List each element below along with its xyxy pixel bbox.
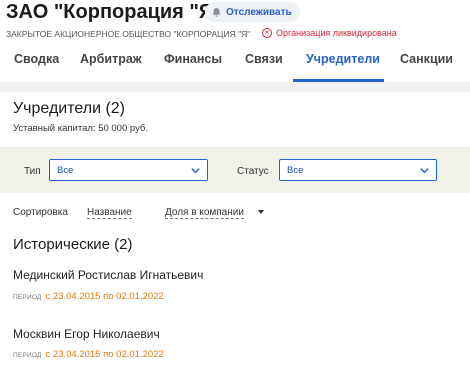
- status-badge: × Организация ликвидирована: [262, 28, 397, 38]
- status-filter-label: Статус: [237, 166, 269, 177]
- bell-icon: [212, 7, 221, 17]
- tab-connections[interactable]: Связи: [245, 52, 283, 66]
- follow-label: Отслеживать: [226, 6, 292, 18]
- type-filter-label: Тип: [24, 166, 41, 177]
- close-circle-icon: ×: [262, 28, 272, 38]
- founder-period: ПЕРИОД с 23.04.2015 по 02.01.2022: [13, 291, 164, 302]
- tab-bar: Сводка Арбитраж Финансы Связи Учредители…: [0, 46, 470, 82]
- authorized-capital: Уставный капитал: 50 000 руб.: [13, 123, 149, 134]
- filter-bar: Тип Все Статус Все: [0, 147, 470, 193]
- period-label: ПЕРИОД: [13, 294, 42, 301]
- status-badge-label: Организация ликвидирована: [276, 28, 397, 38]
- period-dates: с 23.04.2015 по 02.01.2022: [45, 291, 164, 302]
- founder-name[interactable]: Москвин Егор Николаевич: [13, 327, 160, 341]
- tab-finance[interactable]: Финансы: [164, 52, 222, 66]
- sort-by-name[interactable]: Название: [87, 207, 132, 219]
- founder-period: ПЕРИОД с 23.04.2015 по 02.01.2022: [13, 349, 164, 360]
- sort-by-share[interactable]: Доля в компании: [165, 207, 244, 219]
- period-label: ПЕРИОД: [13, 352, 42, 359]
- type-filter-select[interactable]: Все: [49, 159, 208, 181]
- founders-section: Учредители (2) Уставный капитал: 50 000 …: [0, 92, 470, 367]
- tab-sanctions[interactable]: Санкции: [400, 52, 453, 66]
- tab-arbitration[interactable]: Арбитраж: [80, 52, 142, 66]
- founders-title: Учредители (2): [13, 100, 126, 117]
- period-dates: с 23.04.2015 по 02.01.2022: [45, 349, 164, 360]
- historical-title: Исторические (2): [13, 236, 133, 253]
- sort-label: Сортировка: [13, 207, 68, 218]
- status-filter-select[interactable]: Все: [279, 159, 437, 181]
- status-filter-value: Все: [287, 165, 304, 176]
- sort-caret-icon[interactable]: [258, 210, 264, 214]
- tab-founders[interactable]: Учредители: [306, 52, 380, 66]
- section-divider: [0, 82, 470, 92]
- tab-summary[interactable]: Сводка: [14, 52, 59, 66]
- company-full-name: ЗАКРЫТОЕ АКЦИОНЕРНОЕ ОБЩЕСТВО "КОРПОРАЦИ…: [6, 29, 251, 39]
- founder-name[interactable]: Мединский Ростислав Игнатьевич: [13, 268, 203, 282]
- type-filter-value: Все: [57, 165, 74, 176]
- follow-button[interactable]: Отслеживать: [205, 2, 300, 22]
- chevron-down-icon: [420, 168, 429, 174]
- company-header: ЗАО "Корпорация "Я" Отслеживать ЗАКРЫТОЕ…: [0, 0, 470, 82]
- company-title: ЗАО "Корпорация "Я": [6, 1, 223, 23]
- chevron-down-icon: [191, 168, 200, 174]
